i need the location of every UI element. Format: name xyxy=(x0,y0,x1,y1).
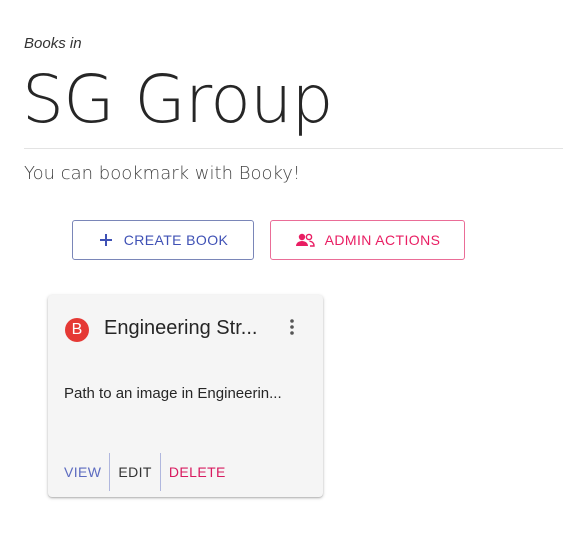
book-avatar: B xyxy=(65,318,89,342)
admin-actions-label: ADMIN ACTIONS xyxy=(324,232,441,248)
page-title: SG Group xyxy=(22,61,333,138)
tagline: You can bookmark with Booky! xyxy=(24,163,301,184)
page-subtitle: Books in xyxy=(24,35,82,52)
card-actions: VIEW EDIT DELETE xyxy=(64,453,234,491)
view-button[interactable]: VIEW xyxy=(64,453,109,491)
admin-actions-button[interactable]: ADMIN ACTIONS xyxy=(270,220,465,260)
more-vert-icon[interactable] xyxy=(280,315,304,339)
edit-button[interactable]: EDIT xyxy=(110,453,160,491)
create-book-label: CREATE BOOK xyxy=(123,232,229,248)
plus-icon xyxy=(98,232,114,248)
book-title: Engineering Str... xyxy=(104,317,258,339)
book-description: Path to an image in Engineerin... xyxy=(64,385,282,402)
people-icon xyxy=(295,232,315,248)
create-book-button[interactable]: CREATE BOOK xyxy=(72,220,254,260)
book-card: B Engineering Str... Path to an image in… xyxy=(48,295,323,497)
delete-button[interactable]: DELETE xyxy=(161,453,234,491)
divider xyxy=(24,148,563,149)
